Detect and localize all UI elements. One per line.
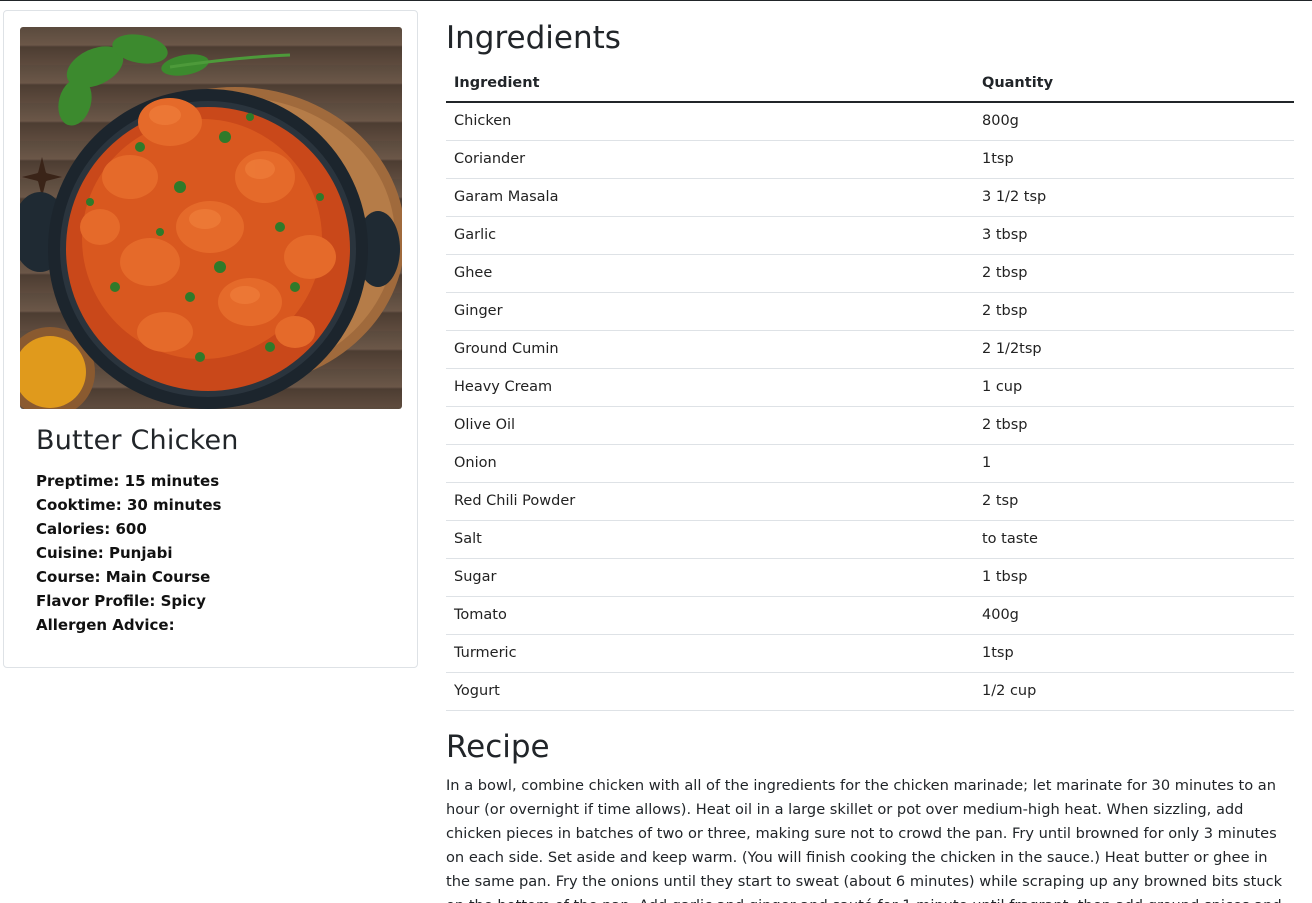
meta-label: Preptime: [36, 472, 120, 490]
table-row: Heavy Cream 1 cup [446, 368, 1294, 407]
recipe-card: Butter Chicken Preptime: 15 minutes Cook… [3, 10, 418, 668]
table-row: Turmeric 1tsp [446, 634, 1294, 673]
ingredient-quantity-cell: 2 tsp [974, 482, 1294, 521]
table-row: Tomato 400g [446, 596, 1294, 635]
ingredient-name-cell: Turmeric [446, 634, 974, 673]
ingredient-name-cell: Red Chili Powder [446, 482, 974, 521]
column-header-ingredient: Ingredient [446, 65, 974, 103]
meta-label: Flavor Profile: [36, 592, 156, 610]
meta-value: 30 minutes [126, 496, 222, 514]
ingredient-name-cell: Olive Oil [446, 406, 974, 445]
meta-label: Cooktime: [36, 496, 122, 514]
ingredient-name-cell: Garlic [446, 216, 974, 255]
ingredient-quantity-cell: 2 tbsp [974, 254, 1294, 293]
meta-value: Punjabi [108, 544, 173, 562]
ingredient-name-cell: Ground Cumin [446, 330, 974, 369]
meta-preptime: Preptime: 15 minutes [36, 469, 221, 493]
ingredient-name-cell: Chicken [446, 102, 974, 141]
ingredient-name-cell: Onion [446, 444, 974, 483]
table-row: Olive Oil 2 tbsp [446, 406, 1294, 445]
ingredients-table: Ingredient Quantity Chicken 800g Coriander… [446, 65, 1294, 711]
meta-calories: Calories: 600 [36, 517, 221, 541]
ingredient-name-cell: Sugar [446, 558, 974, 597]
table-row: Onion 1 [446, 444, 1294, 483]
meta-label: Course: [36, 568, 101, 586]
meta-flavor-profile: Flavor Profile: Spicy [36, 589, 221, 613]
ingredient-quantity-cell: 1 [974, 444, 1294, 483]
ingredient-name-cell: Ginger [446, 292, 974, 331]
table-header-row: Ingredient Quantity [446, 65, 1294, 103]
ingredient-quantity-cell: 3 tbsp [974, 216, 1294, 255]
table-row: Garlic 3 tbsp [446, 216, 1294, 255]
ingredient-quantity-cell: 1tsp [974, 140, 1294, 179]
ingredient-name-cell: Heavy Cream [446, 368, 974, 407]
meta-label: Allergen Advice: [36, 616, 175, 634]
meta-label: Cuisine: [36, 544, 104, 562]
recipe-heading: Recipe [446, 729, 550, 765]
recipe-meta: Preptime: 15 minutes Cooktime: 30 minute… [36, 469, 221, 637]
meta-label: Calories: [36, 520, 111, 538]
recipe-image [20, 27, 402, 409]
meta-cooktime: Cooktime: 30 minutes [36, 493, 221, 517]
table-row: Chicken 800g [446, 102, 1294, 141]
table-row: Salt to taste [446, 520, 1294, 559]
ingredient-name-cell: Garam Masala [446, 178, 974, 217]
ingredients-table-body: Chicken 800g Coriander 1tsp Garam Masala 3 1/… [446, 102, 1294, 711]
meta-value: Spicy [160, 592, 206, 610]
ingredient-quantity-cell: 1 tbsp [974, 558, 1294, 597]
ingredient-name-cell: Yogurt [446, 672, 974, 711]
meta-course: Course: Main Course [36, 565, 221, 589]
ingredient-name-cell: Salt [446, 520, 974, 559]
ingredient-quantity-cell: 2 tbsp [974, 406, 1294, 445]
table-row: Coriander 1tsp [446, 140, 1294, 179]
recipe-title: Butter Chicken [36, 425, 239, 456]
ingredient-quantity-cell: 1tsp [974, 634, 1294, 673]
star-anise-icon [22, 157, 62, 197]
meta-value: 15 minutes [124, 472, 220, 490]
ingredient-quantity-cell: to taste [974, 520, 1294, 559]
meta-allergen-advice: Allergen Advice: [36, 613, 221, 637]
ingredient-quantity-cell: 1 cup [974, 368, 1294, 407]
ingredients-heading: Ingredients [446, 20, 621, 56]
meta-value: Main Course [105, 568, 211, 586]
ingredient-quantity-cell: 1/2 cup [974, 672, 1294, 711]
table-row: Sugar 1 tbsp [446, 558, 1294, 597]
ingredient-quantity-cell: 400g [974, 596, 1294, 635]
table-row: Garam Masala 3 1/2 tsp [446, 178, 1294, 217]
table-row: Red Chili Powder 2 tsp [446, 482, 1294, 521]
ingredient-quantity-cell: 3 1/2 tsp [974, 178, 1294, 217]
ingredient-quantity-cell: 800g [974, 102, 1294, 141]
ingredient-name-cell: Coriander [446, 140, 974, 179]
butter-chicken-photo [20, 34, 402, 409]
table-row: Yogurt 1/2 cup [446, 672, 1294, 711]
recipe-instructions: In a bowl, combine chicken with all of t… [446, 777, 1283, 903]
meta-cuisine: Cuisine: Punjabi [36, 541, 221, 565]
ingredient-quantity-cell: 2 tbsp [974, 292, 1294, 331]
meta-value: 600 [115, 520, 147, 538]
ingredient-name-cell: Tomato [446, 596, 974, 635]
ingredient-name-cell: Ghee [446, 254, 974, 293]
table-row: Ground Cumin 2 1/2tsp [446, 330, 1294, 369]
column-header-quantity: Quantity [974, 65, 1294, 103]
table-row: Ginger 2 tbsp [446, 292, 1294, 331]
ingredient-quantity-cell: 2 1/2tsp [974, 330, 1294, 369]
table-row: Ghee 2 tbsp [446, 254, 1294, 293]
